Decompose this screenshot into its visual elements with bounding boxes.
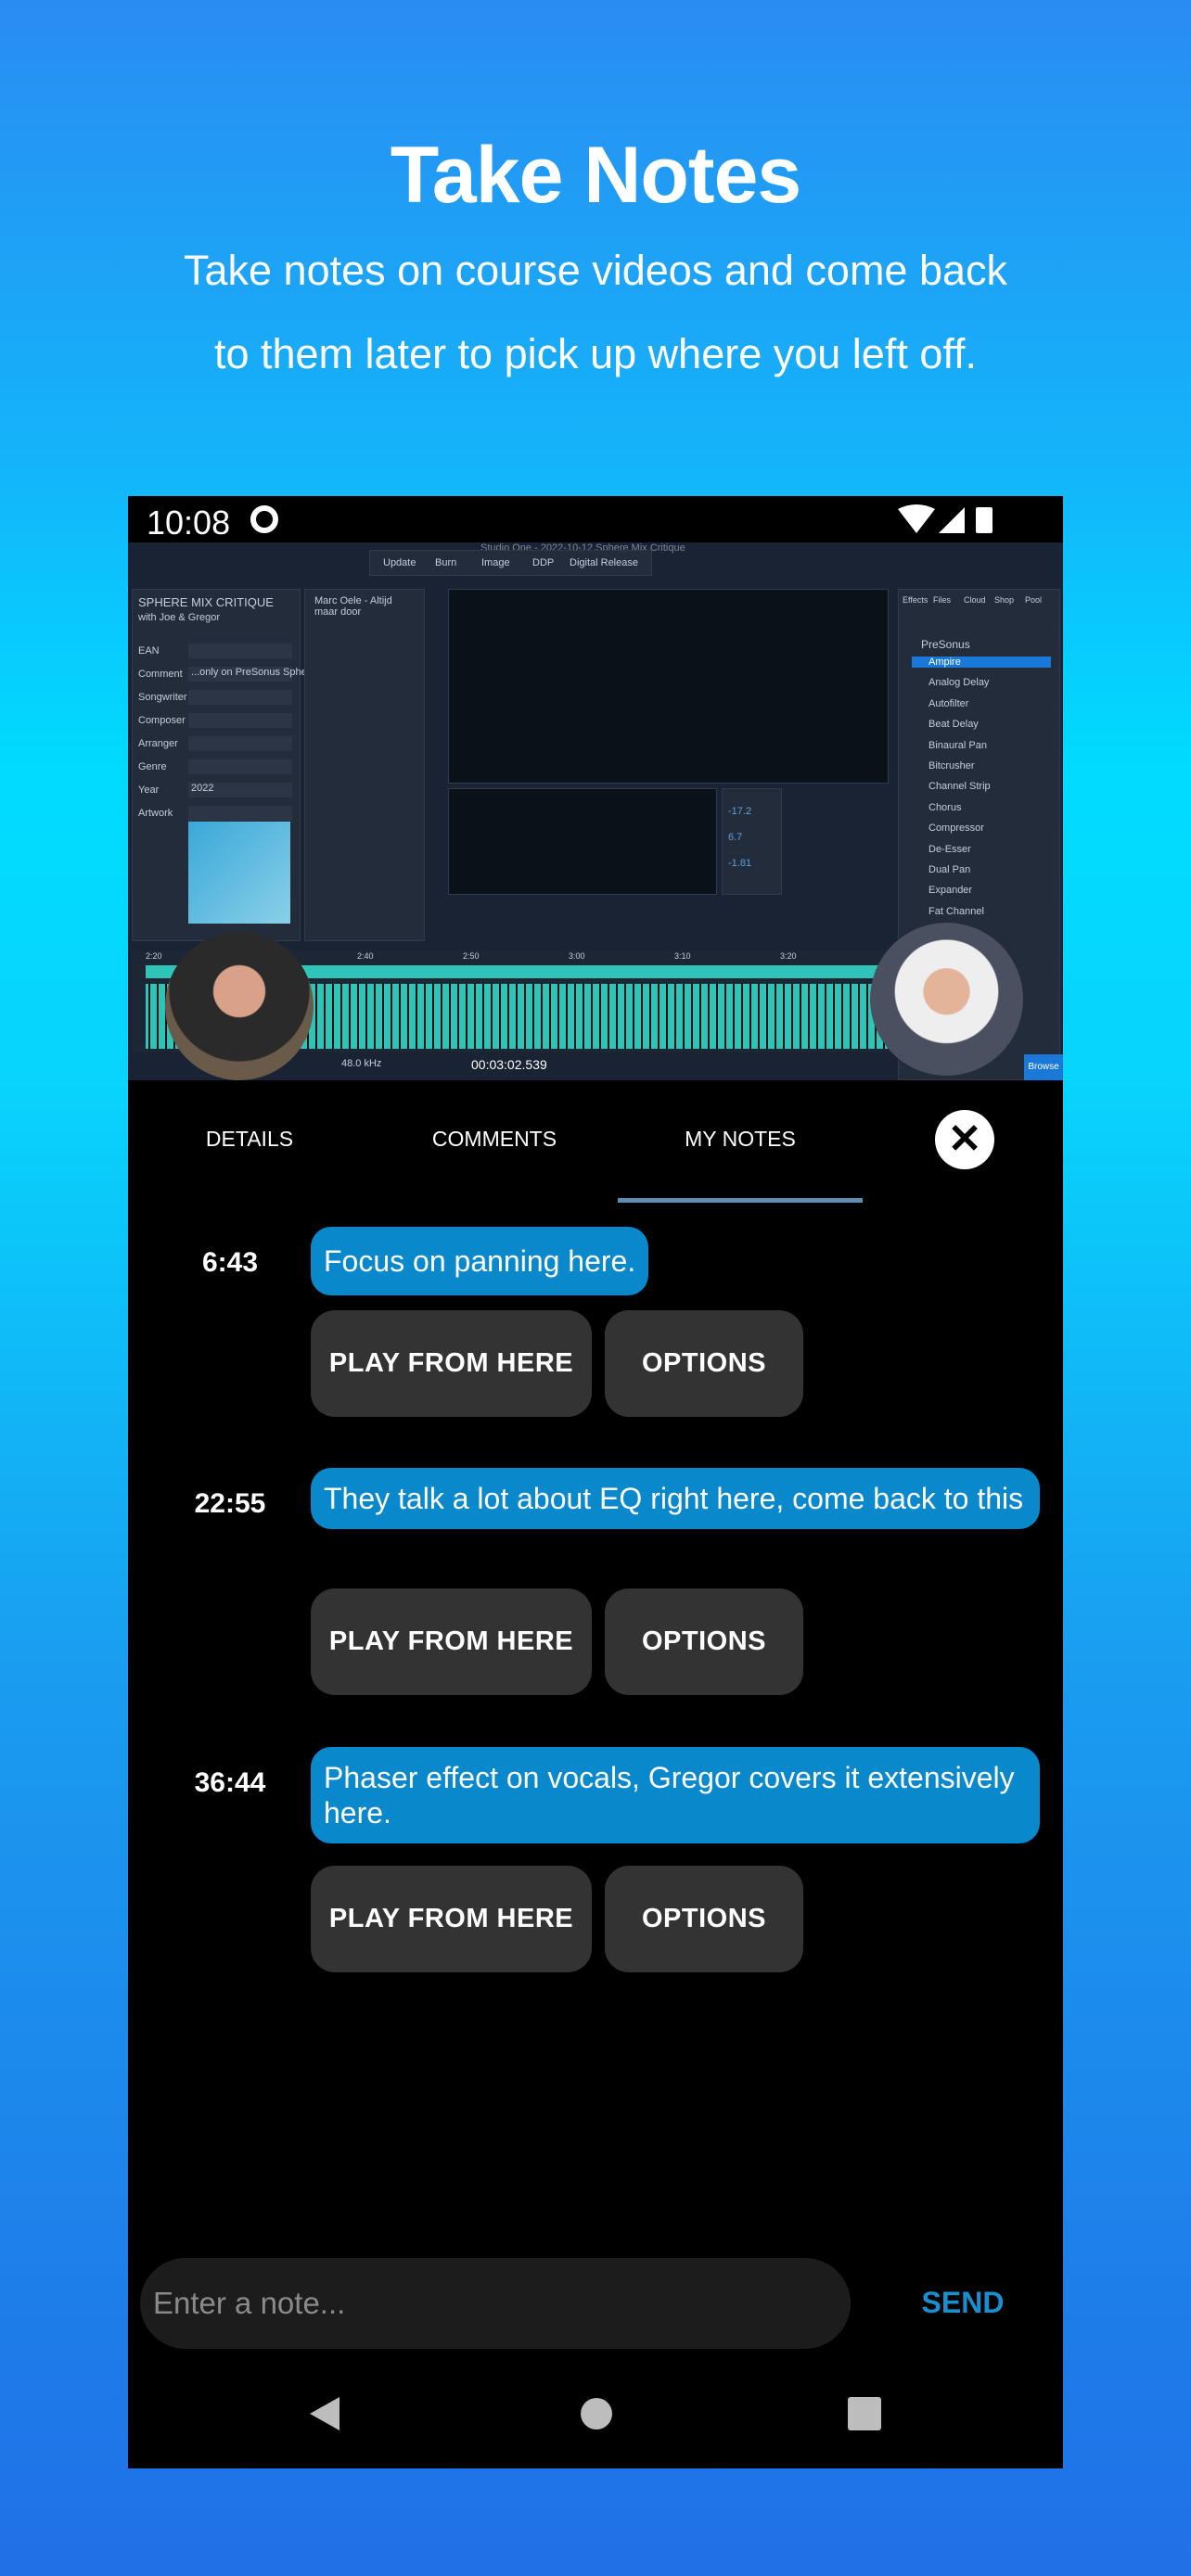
note-timestamp[interactable]: 22:55 [165,1488,295,1520]
video-field-label: Year [138,784,160,796]
phone-screen: 10:08 Studio One - 2022-10-12 Sphere Mix… [128,496,1063,2468]
video-field-value [188,713,292,728]
video-field-value [188,759,292,774]
video-timeline-tick: 3:20 [780,951,797,961]
home-icon [581,2398,612,2429]
video-field-label: Artwork [138,808,173,819]
video-effect-item: De-Esser [928,843,971,855]
video-project-title: SPHERE MIX CRITIQUE [138,595,274,609]
video-timeline-tick: 2:20 [146,951,162,961]
video-browser-tab: Files [933,595,952,605]
video-meter [448,788,717,895]
video-toolbar-item: DDP [532,557,555,568]
tab-comments[interactable]: COMMENTS [432,1127,557,1152]
video-field-label: Arranger [138,738,178,749]
video-effect-item: Chorus [928,801,962,813]
video-project-subtitle: with Joe & Gregor [138,612,221,623]
hero-subtitle-2: to them later to pick up where you left … [213,330,978,377]
loudness-int: -17.2 [728,806,752,817]
send-button[interactable]: SEND [916,2286,1009,2320]
note-text: They talk a lot about EQ right here, com… [311,1468,1040,1529]
signal-battery-icons [898,504,992,533]
notification-icon [250,505,278,533]
video-track-name: Marc Oele - Altijd maar door [314,595,392,618]
video-field-label: Composer [138,715,186,726]
status-time: 10:08 [147,504,231,542]
video-toolbar: Update Burn Image DDP Digital Release [369,550,652,576]
tab-details[interactable]: DETAILS [206,1127,293,1152]
video-effect-item: Channel Strip [928,781,991,793]
note-text: Phaser effect on vocals, Gregor covers i… [311,1747,1040,1843]
wifi-icon [898,504,935,533]
video-browse-button: Browse [1024,1054,1063,1080]
video-browser-tab: Effects [903,595,928,605]
video-transport-time: 00:03:02.539 [471,1057,547,1072]
battery-icon [976,507,992,533]
options-button[interactable]: OPTIONS [605,1310,803,1417]
video-browser-tab: Pool [1025,595,1043,605]
options-button[interactable]: OPTIONS [605,1588,803,1695]
options-button[interactable]: OPTIONS [605,1866,803,1972]
video-effect-item: Autofilter [928,697,969,709]
video-effect-item: Dual Pan [928,864,971,875]
play-from-here-button[interactable]: PLAY FROM HERE [311,1866,592,1972]
video-field-label: Genre [138,761,167,772]
video-project-panel: SPHERE MIX CRITIQUE with Joe & Gregor EA… [132,589,319,941]
video-spectrum [448,589,889,784]
video-timeline-tick: 3:00 [569,951,585,961]
note-timestamp[interactable]: 6:43 [165,1247,295,1279]
recents-icon [848,2397,881,2430]
video-browser-tab: Cloud [964,595,986,605]
video-sample-rate: 48.0 kHz [341,1058,382,1069]
webcam-host-2 [870,923,1023,1076]
video-vendor: PreSonus [921,638,970,651]
video-timeline-tick: 2:50 [463,951,480,961]
video-player[interactable]: Studio One - 2022-10-12 Sphere Mix Criti… [128,542,1063,1080]
status-bar: 10:08 [128,496,1063,542]
hero-subtitle-1: Take notes on course videos and come bac… [183,247,1008,294]
play-from-here-button[interactable]: PLAY FROM HERE [311,1588,592,1695]
video-field-label: EAN [138,645,160,657]
video-field-label: Comment [138,669,183,680]
video-toolbar-item: Burn [435,557,457,568]
webcam-host-1 [165,932,314,1080]
video-field-label: Songwriter [138,692,187,703]
note-input[interactable]: Enter a note... [140,2258,851,2349]
video-effect-item: Bitcrusher [928,760,975,772]
video-field-value [188,644,292,658]
note-text: Focus on panning here. [311,1227,649,1295]
video-effect-item: Ampire [912,657,1051,668]
video-effect-item: Compressor [928,823,984,835]
video-field-value [188,690,292,705]
video-effect-item: Fat Channel [928,905,984,917]
video-effect-item: Analog Delay [928,677,990,689]
active-tab-indicator [618,1198,863,1203]
video-effect-item: Expander [928,885,973,897]
video-toolbar-item: Digital Release [570,557,638,568]
tab-my-notes[interactable]: MY NOTES [685,1127,796,1152]
close-icon[interactable]: ✕ [935,1110,994,1169]
video-field-value [188,736,292,751]
video-timeline-tick: 2:40 [357,951,374,961]
note-timestamp[interactable]: 36:44 [165,1767,295,1799]
video-field-value: ...only on PreSonus Sphere! [188,667,319,682]
artwork-image [188,822,290,924]
video-loudness: -17.2 6.7 -1.81 [722,788,782,895]
video-toolbar-item: Update [383,557,416,568]
nav-bar [310,2397,881,2430]
video-effect-item: Beat Delay [928,719,979,731]
back-icon [310,2397,339,2430]
loudness-tp: -1.81 [728,858,752,869]
video-mixer-panel: Marc Oele - Altijd maar door [304,589,425,941]
cell-signal-icon [939,507,965,533]
hero-title: Take Notes [390,131,801,220]
video-field-value: 2022 [188,783,292,797]
play-from-here-button[interactable]: PLAY FROM HERE [311,1310,592,1417]
video-effect-item: Binaural Pan [928,739,987,751]
video-browser-tab: Shop [994,595,1015,605]
video-field-value [188,806,292,821]
video-timeline-tick: 3:10 [674,951,691,961]
video-toolbar-item: Image [481,557,510,568]
loudness-lra: 6.7 [728,832,743,843]
